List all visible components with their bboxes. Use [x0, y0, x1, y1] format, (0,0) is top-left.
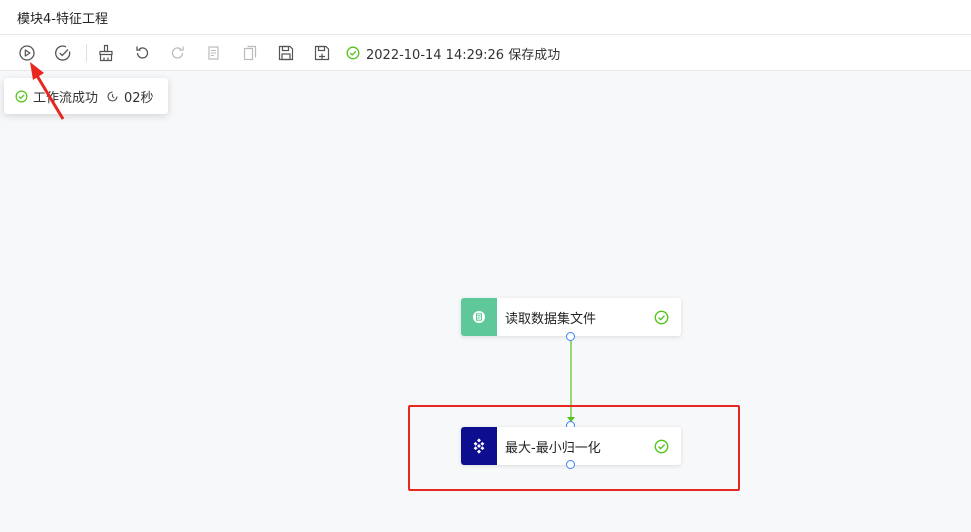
run-button[interactable] [17, 43, 37, 63]
success-icon [346, 46, 360, 60]
redo-icon [171, 46, 184, 59]
success-icon [654, 439, 669, 453]
undo-icon [136, 46, 149, 59]
broom-icon [99, 44, 113, 62]
diamond-grid-icon [473, 438, 485, 454]
play-circle-icon [19, 45, 35, 61]
redo-button[interactable] [168, 43, 188, 63]
undo-button[interactable] [132, 43, 152, 63]
save-as-button[interactable] [312, 43, 332, 63]
paste-icon [243, 45, 257, 61]
check-circle-icon [55, 45, 71, 61]
save-as-icon [314, 45, 330, 61]
node-label: 读取数据集文件 [505, 311, 597, 327]
paste-button[interactable] [240, 43, 260, 63]
node-read-dataset-output-port[interactable] [566, 332, 575, 341]
toolbar: 2022-10-14 14:29:26 保存成功 [0, 35, 971, 71]
save-status: 2022-10-14 14:29:26 保存成功 [346, 43, 560, 63]
node-read-dataset[interactable]: 读取数据集文件 [461, 298, 681, 336]
title-bar: 模块4-特征工程 [0, 0, 971, 35]
workflow-editor: 模块4-特征工程 2022-10-14 14:29:26 保存成功 工作流成功 … [0, 0, 971, 532]
toolbar-divider [86, 44, 87, 62]
copy-button[interactable] [204, 43, 224, 63]
copy-icon [208, 46, 219, 60]
node-label: 最大-最小归一化 [505, 440, 601, 456]
node-icon-bg [461, 427, 497, 465]
validate-button[interactable] [53, 43, 73, 63]
save-button[interactable] [276, 43, 296, 63]
file-icon [473, 311, 485, 323]
node-icon-bg [461, 298, 497, 336]
success-icon [654, 310, 669, 324]
workflow-title: 模块4-特征工程 [17, 11, 108, 27]
node-minmax-output-port[interactable] [566, 460, 575, 469]
clear-button[interactable] [96, 43, 116, 63]
workflow-canvas[interactable]: 读取数据集文件 最大-最小归一化 [0, 71, 971, 532]
save-icon [278, 45, 294, 61]
save-status-text: 2022-10-14 14:29:26 保存成功 [366, 47, 561, 63]
